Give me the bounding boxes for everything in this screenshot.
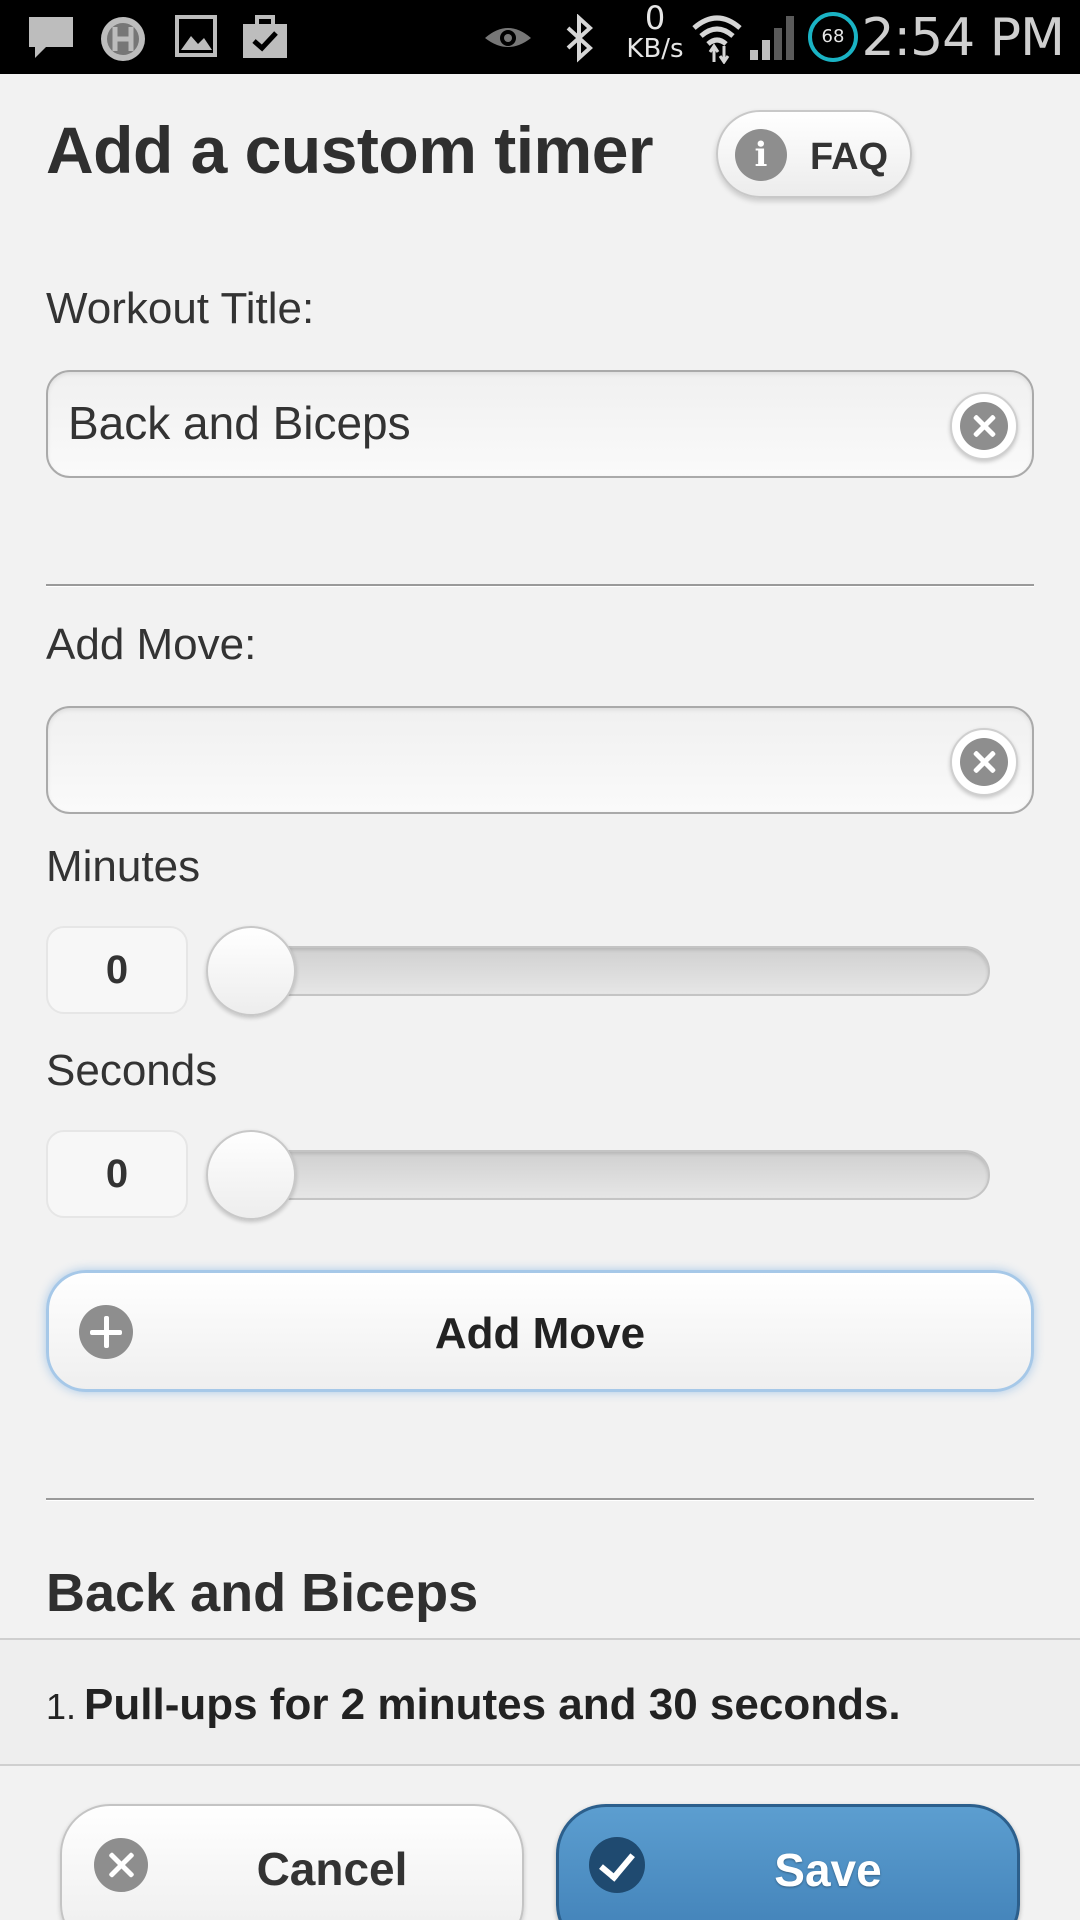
h-badge-icon [101, 17, 145, 61]
save-button-label: Save [774, 1844, 882, 1896]
clock: 2:54 PM [861, 8, 1065, 68]
list-item-number: 1. [46, 1686, 77, 1727]
workout-title-heading: Back and Biceps [46, 1563, 479, 1623]
seconds-slider-handle[interactable] [206, 1130, 296, 1220]
seconds-input[interactable]: 0 [46, 1130, 188, 1218]
add-move-label: Add Move: [46, 620, 257, 669]
status-bar: 0 KB/s 68 2:54 PM [0, 0, 1080, 74]
page-title: Add a custom timer [46, 113, 654, 187]
image-icon [175, 15, 217, 57]
wifi-icon [692, 15, 742, 64]
minutes-slider-track[interactable] [218, 946, 990, 996]
faq-button-label: FAQ [810, 136, 889, 178]
bluetooth-icon [566, 14, 593, 63]
save-button[interactable]: Save [556, 1804, 1020, 1920]
seconds-slider-track[interactable] [218, 1150, 990, 1200]
minutes-input[interactable]: 0 [46, 926, 188, 1014]
add-move-input[interactable] [46, 706, 1034, 814]
chat-icon [29, 17, 73, 58]
minutes-label: Minutes [46, 842, 201, 891]
clear-add-move-button[interactable] [950, 728, 1018, 796]
divider [46, 584, 1034, 587]
workout-title-value: Back and Biceps [68, 397, 411, 449]
briefcase-check-icon [243, 15, 287, 58]
divider [46, 1498, 1034, 1501]
list-item[interactable]: 1. Pull-ups for 2 minutes and 30 seconds. [46, 1680, 901, 1730]
battery-icon: 68 [808, 12, 858, 62]
workout-title-label: Workout Title: [46, 284, 315, 333]
add-move-button-label: Add Move [434, 1309, 646, 1358]
close-icon [960, 738, 1008, 786]
cancel-button-label: Cancel [256, 1843, 408, 1895]
seconds-label: Seconds [46, 1046, 218, 1095]
add-move-button[interactable]: Add Move [46, 1270, 1034, 1392]
eye-icon [485, 28, 531, 47]
move-list: 1. Pull-ups for 2 minutes and 30 seconds. [0, 1638, 1080, 1766]
net-speed-value: 0 [644, 0, 666, 37]
check-icon [589, 1837, 645, 1893]
faq-button[interactable]: i FAQ [716, 110, 912, 198]
minutes-slider-handle[interactable] [206, 926, 296, 1016]
clear-workout-title-button[interactable] [950, 392, 1018, 460]
signal-icon [750, 16, 794, 60]
close-icon [94, 1838, 148, 1892]
workout-title-input[interactable]: Back and Biceps [46, 370, 1034, 478]
list-item-text: Pull-ups for 2 minutes and 30 seconds. [84, 1680, 901, 1729]
close-icon [960, 402, 1008, 450]
net-speed-unit: KB/s [626, 34, 684, 64]
info-icon: i [735, 129, 787, 181]
net-speed: 0 KB/s [620, 2, 690, 62]
cancel-button[interactable]: Cancel [60, 1804, 524, 1920]
